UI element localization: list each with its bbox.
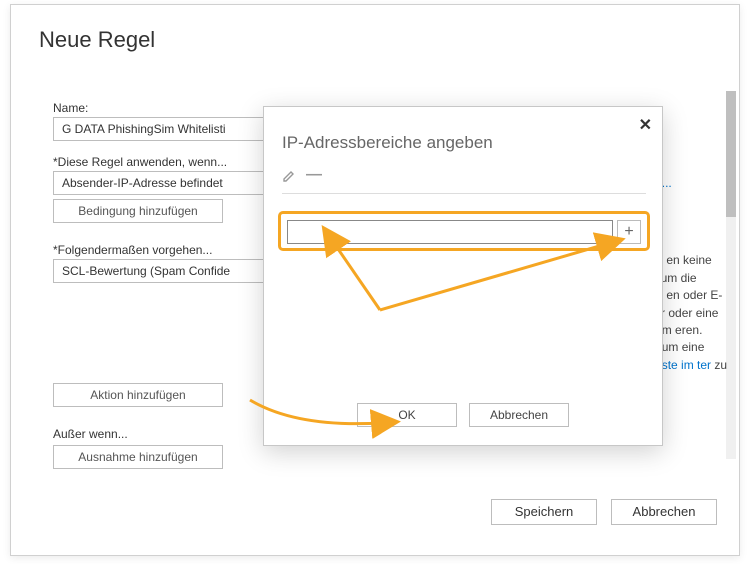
add-exception-button[interactable]: Ausnahme hinzufügen [53, 445, 223, 469]
bottom-button-row: Speichern Abbrechen [491, 499, 717, 525]
dialog-button-row: OK Abbrechen [264, 403, 662, 427]
dialog-toolbar: — [282, 169, 322, 186]
cancel-button[interactable]: Abbrechen [611, 499, 717, 525]
ip-address-input[interactable] [287, 220, 613, 244]
add-ip-button[interactable]: + [617, 220, 641, 244]
dialog-separator [282, 193, 646, 194]
ip-input-highlight: + [278, 211, 650, 251]
dialog-title: IP-Adressbereiche angeben [282, 133, 493, 153]
ok-button[interactable]: OK [357, 403, 457, 427]
dialog-cancel-button[interactable]: Abbrechen [469, 403, 569, 427]
page-title: Neue Regel [39, 27, 155, 53]
close-icon[interactable]: ✕ [639, 115, 652, 135]
save-button[interactable]: Speichern [491, 499, 597, 525]
ip-range-dialog: ✕ IP-Adressbereiche angeben — + OK Abbre… [263, 106, 663, 446]
add-condition-button[interactable]: Bedingung hinzufügen [53, 199, 223, 223]
remove-icon[interactable]: — [306, 169, 322, 186]
edit-icon[interactable] [282, 169, 296, 186]
add-action-button[interactable]: Aktion hinzufügen [53, 383, 223, 407]
